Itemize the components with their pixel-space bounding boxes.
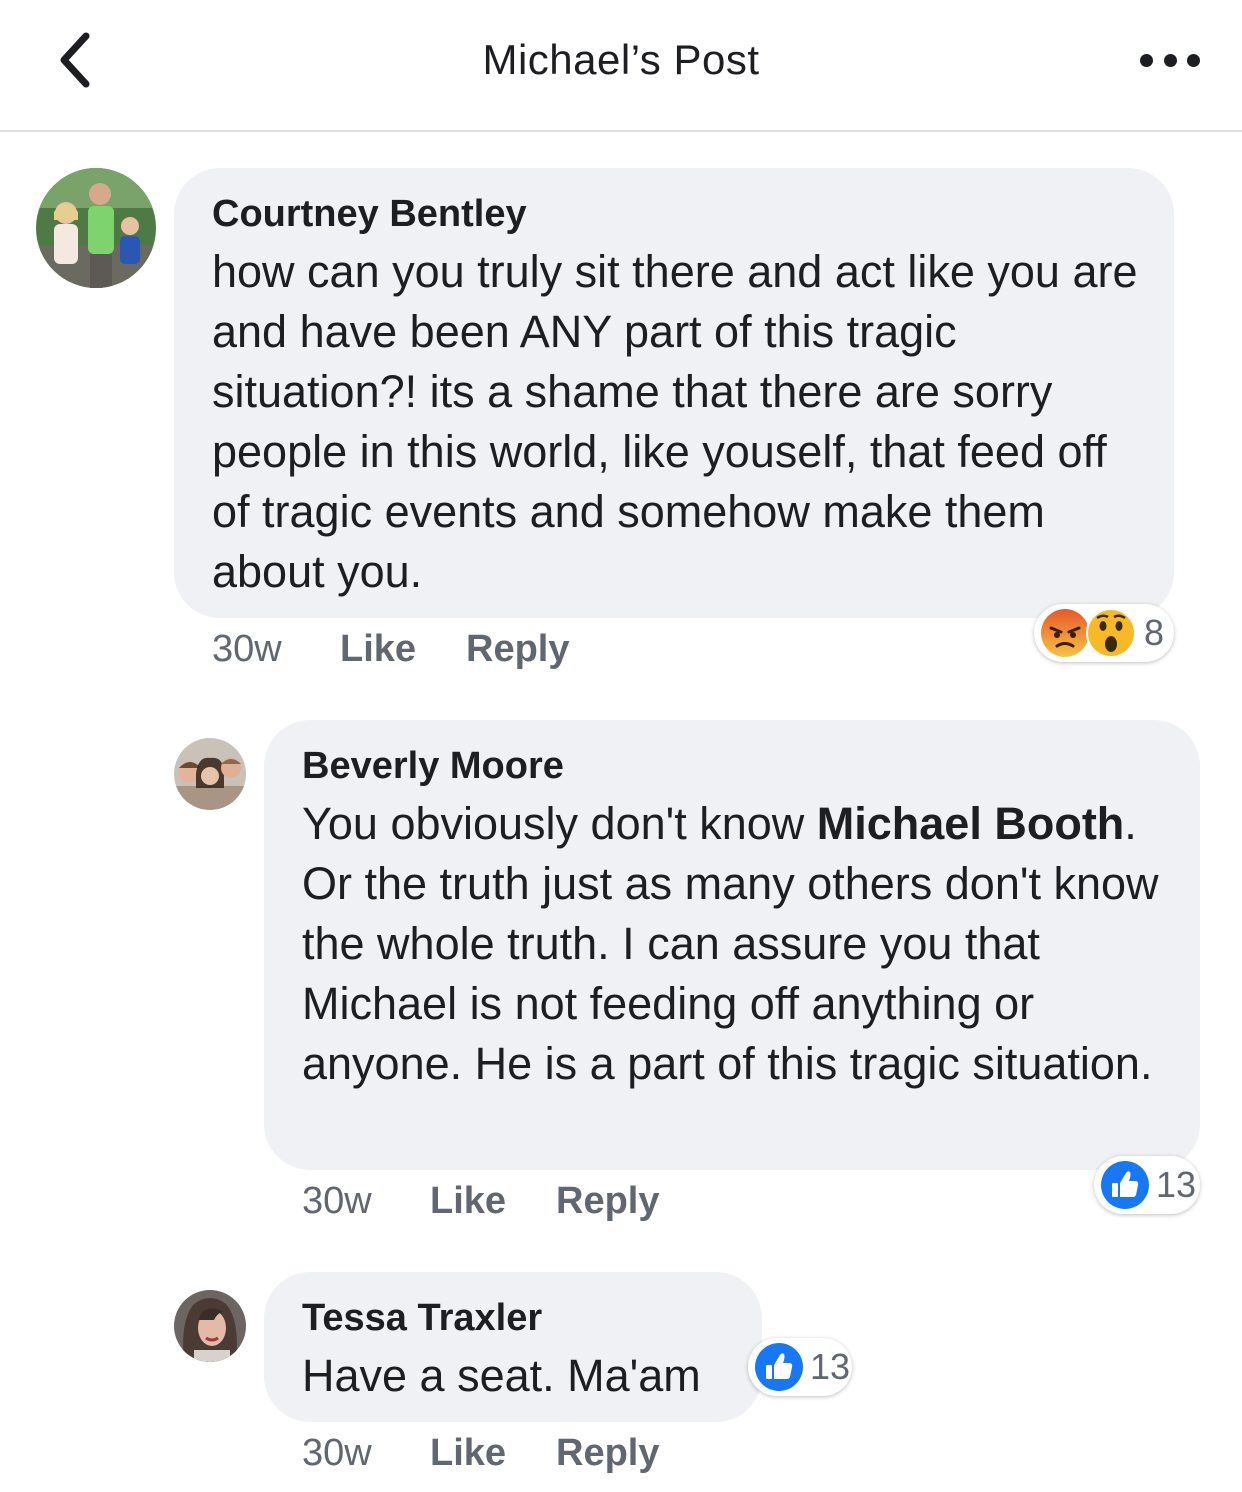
profile-photo-icon bbox=[36, 168, 156, 288]
reply-button[interactable]: Reply bbox=[466, 628, 569, 671]
like-button[interactable]: Like bbox=[430, 1180, 556, 1223]
reaction-count: 13 bbox=[810, 1346, 851, 1387]
reply-button[interactable]: Reply bbox=[556, 1180, 659, 1223]
comment-text: You obviously don't know Michael Booth. … bbox=[302, 794, 1170, 1094]
comment-timestamp[interactable]: 30w bbox=[212, 628, 340, 671]
comment-timestamp[interactable]: 30w bbox=[302, 1432, 430, 1475]
page-title: Michael’s Post bbox=[482, 36, 760, 83]
wow-reaction-icon bbox=[1086, 608, 1136, 658]
comment-author[interactable]: Courtney Bentley bbox=[212, 192, 1144, 236]
reaction-count: 13 bbox=[1156, 1164, 1197, 1205]
comment-text: Have a seat. Ma'am bbox=[302, 1350, 701, 1401]
reply-button[interactable]: Reply bbox=[556, 1432, 659, 1475]
comment-actions: 30w Like Reply bbox=[302, 1180, 659, 1223]
comment-timestamp[interactable]: 30w bbox=[302, 1180, 430, 1223]
profile-photo-icon bbox=[174, 738, 246, 810]
like-reaction-icon bbox=[1101, 1161, 1149, 1209]
more-dot-icon bbox=[1140, 53, 1153, 67]
reaction-summary[interactable]: 13 bbox=[748, 1338, 852, 1396]
mention-michael-booth[interactable]: Michael Booth bbox=[817, 798, 1125, 849]
more-options-button[interactable] bbox=[1140, 44, 1200, 76]
avatar-beverly-moore[interactable] bbox=[174, 738, 246, 810]
comment-bubble[interactable]: Tessa Traxler Have a seat. Ma'am bbox=[264, 1272, 762, 1422]
like-reaction-icon bbox=[755, 1343, 803, 1391]
more-dot-icon bbox=[1187, 53, 1200, 67]
comment-text-part: You obviously don't know bbox=[302, 798, 817, 849]
more-dot-icon bbox=[1163, 53, 1177, 67]
comment-author[interactable]: Tessa Traxler bbox=[302, 1296, 732, 1340]
comment-author[interactable]: Beverly Moore bbox=[302, 744, 1170, 788]
reaction-summary[interactable]: 13 bbox=[1094, 1156, 1200, 1214]
comment-actions: 30w Like Reply bbox=[212, 628, 569, 671]
like-button[interactable]: Like bbox=[430, 1432, 556, 1475]
reaction-count: 8 bbox=[1144, 612, 1165, 653]
comment-bubble[interactable]: Beverly Moore You obviously don't know M… bbox=[264, 720, 1200, 1170]
avatar-tessa-traxler[interactable] bbox=[174, 1290, 246, 1362]
avatar-courtney-bentley[interactable] bbox=[36, 168, 156, 288]
profile-photo-icon bbox=[174, 1290, 246, 1362]
comment-text: how can you truly sit there and act like… bbox=[212, 246, 1138, 597]
reaction-summary[interactable]: 8 bbox=[1034, 604, 1174, 662]
like-button[interactable]: Like bbox=[340, 628, 466, 671]
angry-reaction-icon bbox=[1041, 609, 1089, 657]
top-navigation-bar: Michael’s Post bbox=[0, 0, 1242, 132]
comment-actions: 30w Like Reply bbox=[302, 1432, 659, 1475]
comment-bubble[interactable]: Courtney Bentley how can you truly sit t… bbox=[174, 168, 1174, 618]
